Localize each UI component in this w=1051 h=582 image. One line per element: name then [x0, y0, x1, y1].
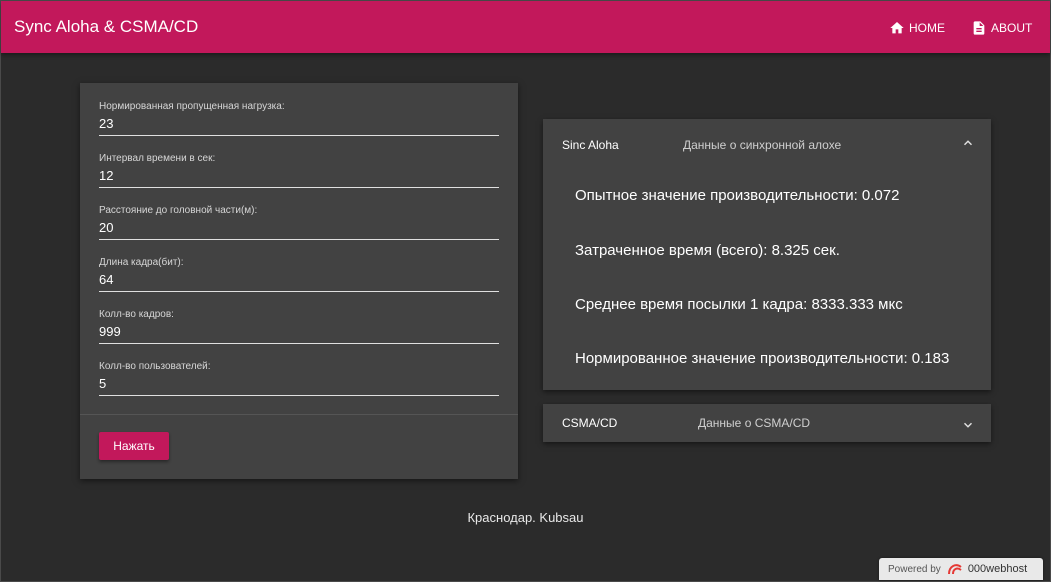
powered-by-badge[interactable]: Powered by 000webhost [879, 558, 1043, 580]
panel-title: Sinc Aloha [562, 138, 619, 152]
footer-text: Краснодар. Kubsau [467, 510, 584, 525]
field-label: Нормированная пропущенная нагрузка: [99, 101, 285, 112]
panel-subtitle: Данные о синхронной алохе [683, 138, 842, 152]
field-value[interactable]: 999 [99, 324, 121, 339]
field-underline [99, 395, 499, 396]
home-icon [890, 22, 904, 34]
experimental-throughput-result: Опытное значение производительности: 0.0… [575, 187, 900, 204]
field-value[interactable]: 5 [99, 376, 106, 391]
field-value[interactable]: 23 [99, 116, 113, 131]
field-label: Длина кадра(бит): [99, 257, 184, 268]
frame-length-field[interactable]: Длина кадра(бит): 64 [99, 257, 499, 297]
field-label: Расстояние до головной части(м): [99, 205, 258, 216]
time-interval-field[interactable]: Интервал времени в сек: 12 [99, 153, 499, 193]
frame-count-field[interactable]: Колл-во кадров: 999 [99, 309, 499, 349]
sync-aloha-panel: Sinc Aloha Данные о синхронной алохе Опы… [543, 119, 991, 390]
field-underline [99, 291, 499, 292]
normalized-load-field[interactable]: Нормированная пропущенная нагрузка: 23 [99, 101, 499, 141]
avg-frame-time-result: Среднее время посылки 1 кадра: 8333.333 … [575, 296, 903, 313]
field-value[interactable]: 20 [99, 220, 113, 235]
field-underline [99, 343, 499, 344]
field-value[interactable]: 12 [99, 168, 113, 183]
card-divider [80, 414, 518, 415]
webhost-logo-icon [947, 564, 962, 575]
document-icon [973, 21, 985, 35]
sync-aloha-panel-header[interactable]: Sinc Aloha Данные о синхронной алохе [543, 119, 991, 171]
head-distance-field[interactable]: Расстояние до головной части(м): 20 [99, 205, 499, 245]
submit-button[interactable]: Нажать [99, 432, 169, 460]
app-bar: Sync Aloha & CSMA/CD HOME ABOUT [1, 1, 1050, 53]
home-nav-label: HOME [909, 21, 945, 35]
field-underline [99, 187, 499, 188]
panel-subtitle: Данные о CSMA/CD [698, 416, 811, 430]
field-label: Интервал времени в сек: [99, 153, 216, 164]
app-title: Sync Aloha & CSMA/CD [14, 17, 199, 36]
field-value[interactable]: 64 [99, 272, 113, 287]
field-underline [99, 239, 499, 240]
home-nav-button[interactable]: HOME [889, 20, 945, 36]
chevron-up-icon[interactable] [961, 136, 975, 150]
csma-cd-panel-header[interactable]: CSMA/CD Данные о CSMA/CD [543, 404, 991, 442]
total-time-result: Затраченное время (всего): 8.325 сек. [575, 242, 840, 259]
user-count-field[interactable]: Колл-во пользователей: 5 [99, 361, 499, 401]
chevron-down-icon[interactable] [961, 418, 975, 432]
csma-cd-panel: CSMA/CD Данные о CSMA/CD [543, 404, 991, 442]
field-underline [99, 135, 499, 136]
about-nav-label: ABOUT [991, 21, 1033, 35]
powered-by-brand: 000webhost [967, 563, 1028, 575]
panel-title: CSMA/CD [562, 416, 618, 430]
powered-by-prefix: Powered by [888, 563, 941, 575]
field-label: Колл-во пользователей: [99, 361, 211, 372]
normalized-throughput-result: Нормированное значение производительност… [575, 350, 950, 367]
field-label: Колл-во кадров: [99, 309, 174, 320]
about-nav-button[interactable]: ABOUT [971, 20, 1032, 36]
parameters-form-card: Нормированная пропущенная нагрузка: 23 И… [80, 83, 518, 479]
